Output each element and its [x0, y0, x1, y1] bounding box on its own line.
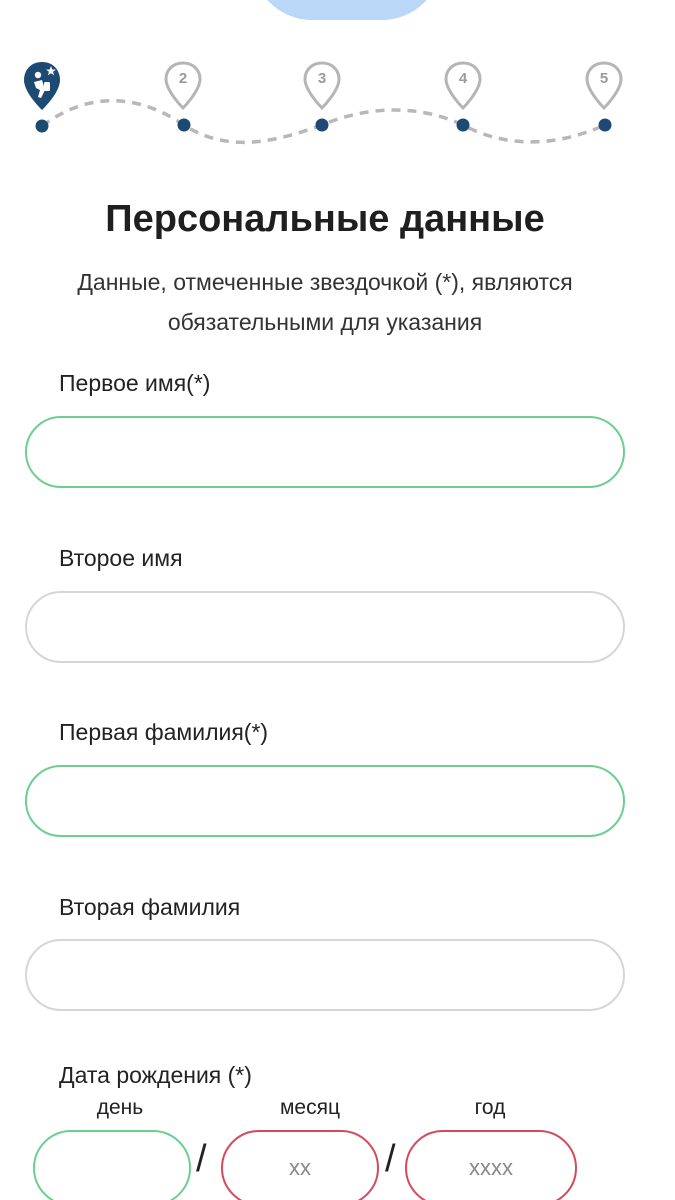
first-surname-label: Первая фамилия(*) [59, 719, 269, 745]
step-1[interactable] [22, 60, 62, 112]
birth-year-input[interactable] [405, 1130, 577, 1200]
birth-month-caption: месяц [279, 1096, 341, 1119]
traveler-logo-icon [24, 62, 60, 110]
step-3[interactable]: 3 [302, 60, 342, 112]
second-surname-input[interactable] [25, 939, 625, 1011]
step-dot-2 [177, 118, 191, 132]
required-note-line-2: обязательными для указания [167, 309, 483, 335]
step-dot-5 [598, 118, 612, 132]
step-dot-3 [315, 118, 329, 132]
progress-stepper: 2 3 4 5 [0, 0, 675, 160]
page-title: Персональные данные [105, 198, 545, 240]
date-separator-2: / [385, 1138, 396, 1180]
date-separator-1: / [196, 1138, 207, 1180]
birth-date-label: Дата рождения (*) [59, 1062, 252, 1088]
step-5-number: 5 [599, 70, 609, 87]
birth-year-caption: год [474, 1096, 506, 1119]
required-note-line-1: Данные, отмеченные звездочкой (*), являю… [77, 269, 573, 295]
birth-day-caption: день [96, 1096, 144, 1119]
step-2[interactable]: 2 [163, 60, 203, 112]
birth-day-input[interactable] [33, 1130, 191, 1200]
required-fields-note: Данные, отмеченные звездочкой (*), являю… [20, 262, 630, 342]
step-4[interactable]: 4 [443, 60, 483, 112]
step-dot-1 [35, 119, 49, 133]
step-3-number: 3 [317, 70, 327, 87]
first-name-label: Первое имя(*) [59, 370, 211, 396]
birth-month-input[interactable] [221, 1130, 379, 1200]
first-surname-input[interactable] [25, 765, 625, 837]
step-4-number: 4 [458, 70, 468, 87]
step-5[interactable]: 5 [584, 60, 624, 112]
first-name-input[interactable] [25, 416, 625, 488]
middle-name-label: Второе имя [59, 545, 183, 571]
step-dot-4 [456, 118, 470, 132]
middle-name-input[interactable] [25, 591, 625, 663]
step-2-number: 2 [178, 70, 188, 87]
second-surname-label: Вторая фамилия [59, 894, 241, 920]
